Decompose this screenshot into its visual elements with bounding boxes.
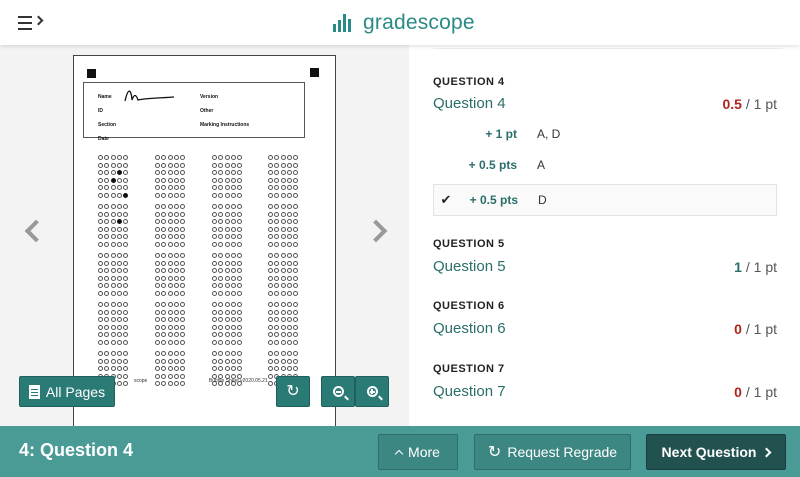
more-label: More — [408, 444, 440, 460]
sheet-version-text: Bubble Sheet v2020.05.21 — [208, 378, 268, 384]
bubble-sheet-image: Name Version ID Other Section Marking In… — [73, 55, 336, 426]
rotate-button[interactable]: ↻ — [276, 376, 310, 407]
question-4-title[interactable]: Question 4 — [433, 95, 506, 112]
brand[interactable]: gradescope — [333, 9, 475, 37]
registration-mark-icon — [310, 68, 319, 77]
refresh-icon: ↻ — [487, 444, 502, 461]
grading-panel: QUESTION 4 Question 4 0.5 / 1 pt + 1 pt … — [409, 45, 800, 426]
previous-question-fragment — [433, 45, 783, 49]
chevron-up-icon — [394, 449, 404, 459]
question-7-score: 0 / 1 pt — [734, 384, 777, 400]
registration-mark-icon — [87, 69, 96, 78]
gradescope-logo-icon — [333, 14, 353, 32]
bottom-action-bar: 4: Question 4 More ↻ Request Regrade Nex… — [0, 426, 800, 477]
rubric-item-description: A, D — [537, 127, 561, 141]
question-6-score-max: / 1 pt — [745, 321, 777, 337]
sheet-label-name: Name — [98, 94, 112, 100]
sheet-label-marking: Marking Instructions — [200, 122, 250, 128]
question-4-header: QUESTION 4 — [433, 76, 505, 88]
question-6-score: 0 / 1 pt — [734, 321, 777, 337]
all-pages-button[interactable]: All Pages — [19, 376, 115, 407]
brand-name: gradescope — [363, 11, 475, 34]
zoom-in-button[interactable] — [355, 376, 389, 407]
sheet-footer-brand: scope — [134, 378, 148, 384]
previous-page-icon[interactable] — [24, 219, 48, 243]
bubble-column — [88, 154, 129, 388]
sheet-label-id: ID — [98, 108, 103, 114]
sheet-label-section: Section — [98, 122, 117, 128]
question-7-score-value: 0 — [734, 384, 742, 400]
bubble-column — [258, 154, 299, 388]
request-regrade-button[interactable]: ↻ Request Regrade — [474, 434, 631, 470]
rubric-item-3[interactable]: ✔ + 0.5 pts D — [433, 184, 777, 216]
question-4-score-value: 0.5 — [722, 96, 742, 112]
question-5-score: 1 / 1 pt — [734, 259, 777, 275]
zoom-in-icon — [366, 386, 378, 397]
sheet-label-date: Date — [98, 136, 109, 142]
question-4-score-max: / 1 pt — [745, 96, 777, 112]
rotate-icon: ↻ — [286, 382, 300, 400]
rubric-item-1[interactable]: + 1 pt A, D — [433, 118, 777, 150]
signature-scribble — [124, 90, 175, 102]
document-icon — [28, 384, 40, 399]
question-5-score-max: / 1 pt — [745, 259, 777, 275]
more-button[interactable]: More — [378, 434, 458, 470]
zoom-out-icon — [332, 386, 344, 397]
question-6-title[interactable]: Question 6 — [433, 320, 506, 337]
sheet-label-other: Other — [200, 108, 214, 114]
question-6-header: QUESTION 6 — [433, 300, 505, 312]
bubble-column — [202, 154, 243, 388]
question-5-header: QUESTION 5 — [433, 238, 505, 250]
current-question-label: 4: Question 4 — [19, 440, 134, 460]
question-7-score-max: / 1 pt — [745, 384, 777, 400]
submission-viewer: Name Version ID Other Section Marking In… — [0, 45, 409, 426]
menu-toggle-icon[interactable] — [18, 13, 46, 33]
rubric-item-description: A — [537, 158, 546, 172]
zoom-out-button[interactable] — [321, 376, 355, 407]
sheet-info-box — [83, 82, 305, 138]
rubric-item-points: + 0.5 pts — [468, 158, 517, 172]
question-5-title[interactable]: Question 5 — [433, 258, 506, 275]
question-5-score-value: 1 — [734, 259, 742, 275]
next-question-label: Next Question — [661, 444, 757, 460]
sheet-label-version: Version — [200, 94, 219, 100]
rubric-item-points: + 0.5 pts — [469, 193, 518, 207]
top-bar: gradescope — [0, 0, 800, 45]
checkmark-icon: ✔ — [440, 192, 452, 207]
rubric-item-points: + 1 pt — [485, 127, 517, 141]
bubble-column — [145, 154, 186, 388]
next-question-button[interactable]: Next Question — [646, 434, 786, 470]
next-page-icon[interactable] — [364, 219, 388, 243]
chevron-right-icon — [762, 447, 772, 457]
question-7-title[interactable]: Question 7 — [433, 383, 506, 400]
rubric-item-description: D — [538, 193, 547, 207]
all-pages-label: All Pages — [45, 383, 106, 400]
question-7-header: QUESTION 7 — [433, 363, 505, 375]
question-4-score: 0.5 / 1 pt — [723, 96, 778, 112]
question-6-score-value: 0 — [734, 321, 742, 337]
sheet-footer: scope Bubble Sheet v2020.05.21 — [134, 378, 268, 384]
rubric-item-2[interactable]: + 0.5 pts A — [433, 149, 777, 181]
request-regrade-label: Request Regrade — [507, 444, 618, 460]
